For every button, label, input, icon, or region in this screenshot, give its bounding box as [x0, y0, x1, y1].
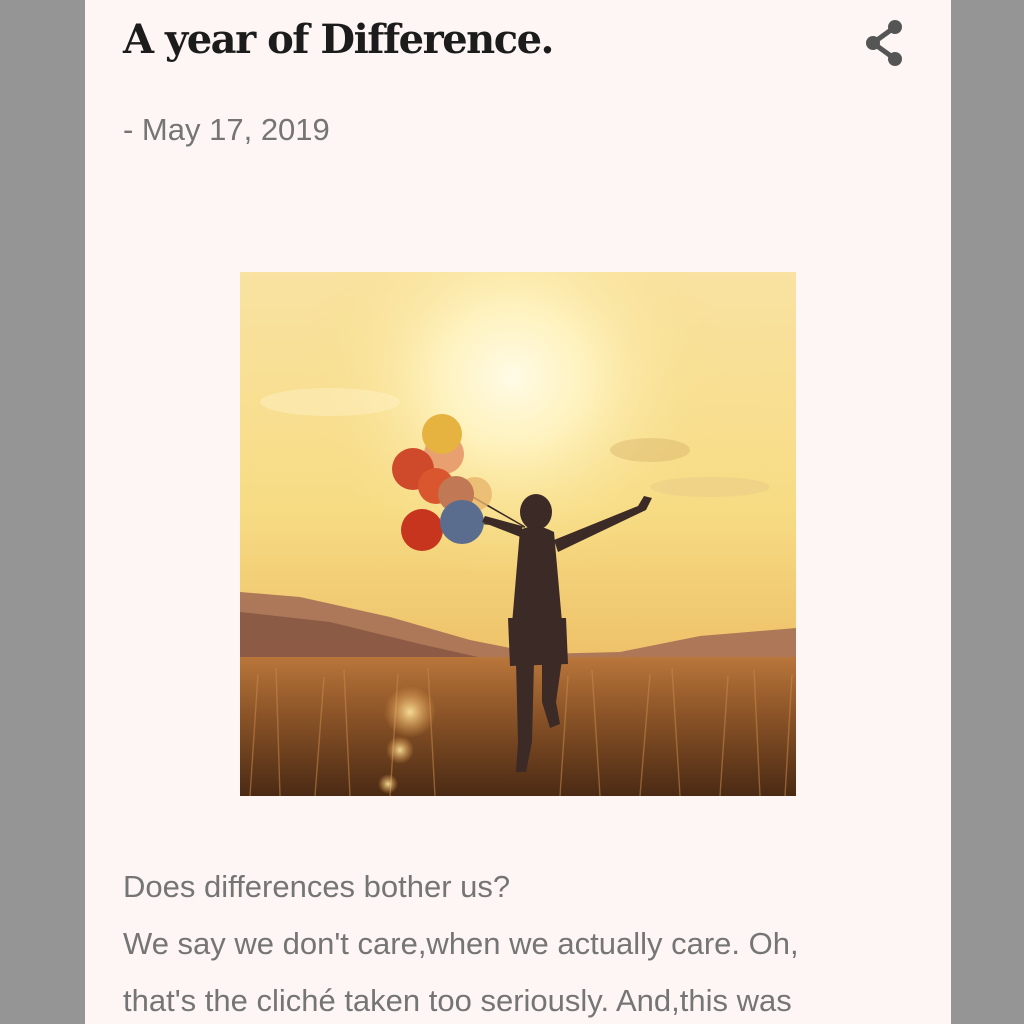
post-body: Does differences bother us? We say we do… — [123, 858, 923, 1024]
post-body-line: Does differences bother us? — [123, 869, 511, 904]
blog-post-card: A year of Difference. - May 17, 2019 Doe… — [85, 0, 951, 1024]
post-title: A year of Difference. — [123, 16, 554, 63]
share-button[interactable] — [857, 16, 913, 72]
app-viewport: A year of Difference. - May 17, 2019 Doe… — [0, 0, 1024, 1024]
post-body-line: We say we don't care,when we actually ca… — [123, 926, 799, 961]
post-date: - May 17, 2019 — [123, 112, 330, 147]
post-body-line: that's the cliché taken too seriously. A… — [123, 983, 792, 1018]
share-icon — [866, 20, 902, 66]
post-image[interactable] — [240, 272, 796, 796]
